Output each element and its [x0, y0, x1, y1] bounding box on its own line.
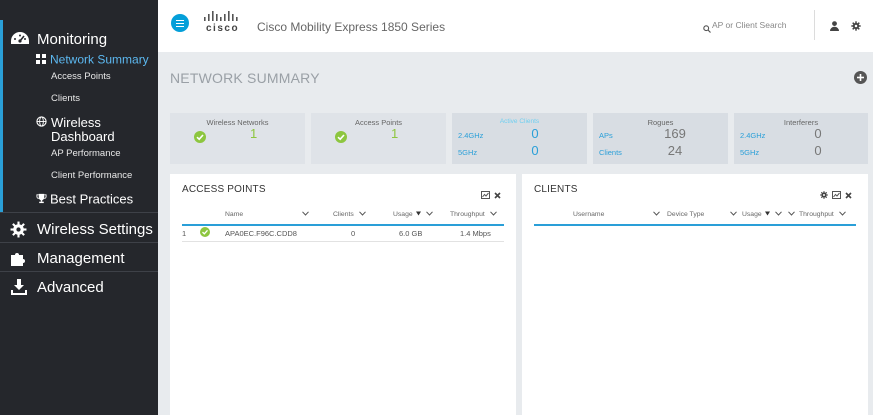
sidebar-item-clients[interactable]: Clients	[51, 93, 80, 104]
column-header-clients[interactable]: Clients	[333, 211, 366, 218]
access-points-count: 1	[391, 126, 399, 141]
column-header-throughput[interactable]: Throughput	[450, 211, 497, 218]
check-circle-icon	[200, 227, 210, 239]
panel-title: ACCESS POINTS	[182, 184, 266, 195]
sidebar-item-management[interactable]: Management	[0, 249, 158, 267]
check-circle-icon	[335, 130, 347, 148]
sidebar-divider	[0, 271, 158, 272]
ap-name-link[interactable]: APA0EC.F96C.CDD8	[225, 229, 297, 238]
sidebar-divider	[0, 212, 158, 213]
check-circle-icon	[194, 130, 206, 148]
sidebar-item-advanced[interactable]: Advanced	[0, 278, 158, 296]
chevron-down-icon	[302, 211, 309, 218]
download-icon	[10, 278, 28, 296]
menu-toggle-button[interactable]	[171, 14, 189, 32]
sidebar-item-ap-performance[interactable]: AP Performance	[51, 148, 121, 159]
grid-icon	[36, 53, 46, 67]
column-header-throughput[interactable]: Throughput	[788, 211, 846, 218]
column-header-username[interactable]: Username	[573, 211, 660, 218]
chevron-down-icon	[358, 211, 366, 218]
trophy-icon	[36, 193, 47, 207]
sidebar-item-best-practices[interactable]: Best Practices	[36, 192, 133, 207]
rogue-aps-count: 169	[664, 126, 686, 141]
column-header-name[interactable]: Name	[225, 211, 309, 218]
interferers-24ghz-count: 0	[814, 126, 822, 141]
close-icon[interactable]	[845, 186, 852, 204]
search-icon	[703, 20, 711, 38]
header-divider	[814, 10, 815, 40]
active-clients-card[interactable]: Active Clients 2.4GHz 0 5GHz 0	[452, 113, 587, 164]
top-header: cisco Cisco Mobility Express 1850 Series	[158, 0, 873, 52]
rogues-card[interactable]: Rogues APs 169 Clients 24	[593, 113, 728, 164]
row-divider	[182, 241, 504, 242]
close-icon[interactable]	[494, 186, 501, 204]
sort-desc-icon	[415, 211, 421, 218]
active-clients-24ghz-count: 0	[531, 126, 539, 141]
chart-icon[interactable]	[832, 186, 841, 204]
column-header-usage[interactable]: Usage	[742, 211, 782, 218]
globe-icon	[36, 116, 47, 130]
column-header-device-type[interactable]: Device Type	[667, 211, 737, 218]
chart-icon[interactable]	[481, 186, 490, 204]
chevron-down-icon	[489, 211, 497, 218]
clients-panel: CLIENTS Username Device Type Usage Throu…	[522, 174, 868, 415]
chevron-down-icon	[838, 211, 846, 218]
sidebar-item-network-summary[interactable]: Network Summary	[36, 52, 149, 67]
add-widget-icon[interactable]	[854, 71, 867, 89]
sidebar-item-monitoring[interactable]: Monitoring	[0, 30, 158, 48]
wireless-networks-card[interactable]: Wireless Networks 1	[170, 113, 305, 164]
puzzle-icon	[10, 250, 28, 267]
user-icon[interactable]	[830, 18, 839, 36]
chevron-down-icon	[774, 211, 782, 218]
active-clients-5ghz-count: 0	[531, 143, 539, 158]
sidebar-active-accent	[0, 20, 3, 212]
chevron-down-icon	[653, 211, 660, 218]
chevron-down-icon	[730, 211, 737, 218]
chevron-down-icon	[788, 211, 795, 218]
access-points-card[interactable]: Access Points 1	[311, 113, 446, 164]
dashboard-gauge-icon	[10, 31, 30, 47]
table-header-underline	[182, 224, 504, 226]
page-title: NETWORK SUMMARY	[170, 70, 320, 86]
sidebar: Monitoring Network Summary Access Points…	[0, 0, 158, 415]
rogue-clients-count: 24	[667, 143, 683, 158]
sidebar-item-client-performance[interactable]: Client Performance	[51, 170, 132, 181]
gear-icon	[10, 221, 27, 238]
sidebar-item-wireless-settings[interactable]: Wireless Settings	[0, 220, 158, 238]
interferers-5ghz-count: 0	[814, 143, 822, 158]
sort-desc-icon	[764, 211, 770, 218]
interferers-card[interactable]: Interferers 2.4GHz 0 5GHz 0	[734, 113, 868, 164]
wireless-networks-count: 1	[250, 126, 258, 141]
panel-title: CLIENTS	[534, 184, 578, 195]
sidebar-divider	[0, 242, 158, 243]
search-input[interactable]	[712, 17, 822, 33]
column-header-usage[interactable]: Usage	[393, 211, 433, 218]
access-points-panel: ACCESS POINTS Name Clients Usage Through…	[170, 174, 516, 415]
chevron-down-icon	[425, 211, 433, 218]
cisco-logo: cisco	[203, 11, 249, 40]
table-header-underline	[534, 224, 856, 226]
settings-gear-icon[interactable]	[820, 186, 828, 204]
settings-gear-icon[interactable]	[851, 18, 861, 36]
sidebar-item-access-points[interactable]: Access Points	[51, 71, 111, 82]
app-title: Cisco Mobility Express 1850 Series	[257, 20, 446, 34]
